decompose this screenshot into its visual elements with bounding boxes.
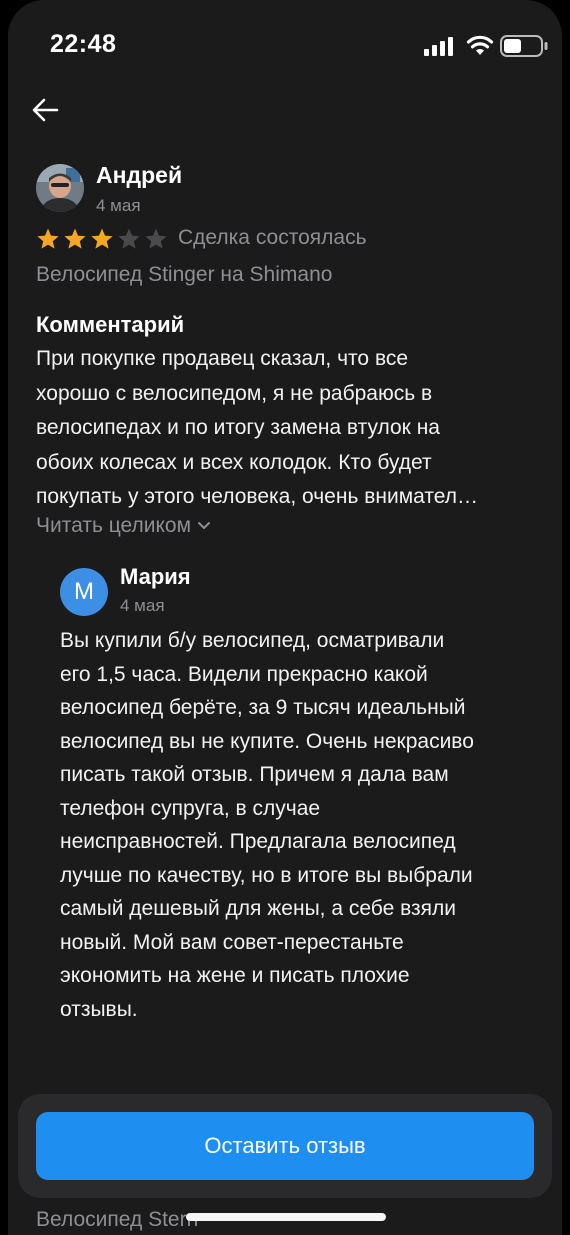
reply-line: самый дешевый для жены, а себе взяли [60,897,457,920]
clock: 22:48 [50,30,117,58]
reply-line: лучше по качеству, но в итоге вы выбрали [60,863,473,887]
reply-line: отзывы. [60,997,138,1021]
product-name: Велосипед Stinger на Shimano [36,263,333,286]
review-screen: 22:48 Андрей 4 мая Сделка состоялась Вел… [8,0,562,1235]
wifi-icon [466,35,494,55]
chevron-down-icon [198,522,211,529]
reply-author-name[interactable]: Мария [120,564,191,590]
comment-line: покупать у этого человека, очень внимате… [36,485,478,508]
deal-status: Сделка состоялась [178,226,367,249]
reply-line: Вы купили б/у велосипед, осматривали [60,629,445,652]
next-review-product: Велосипед Stern [36,1208,199,1231]
arrow-left-icon[interactable] [30,95,60,125]
reply-line: писать такой отзыв. Причем я дала вам [60,763,449,786]
reply-line: его 1,5 часа. Видели прекрасно какой [60,662,428,686]
reply-text: Вы купили б/у велосипед, осматривали его… [60,624,540,1026]
reply-avatar[interactable]: М [60,568,108,616]
comment-line: хорошо с велосипедом, я не рабраюсь в [36,381,433,405]
reply-avatar-letter: М [74,578,94,605]
star-icon [64,228,86,249]
author-avatar[interactable] [36,164,84,212]
comment-line: обоих колесах и всех колодок. Кто будет [36,450,432,474]
read-more-link[interactable]: Читать целиком [36,514,211,538]
battery-icon [500,35,548,57]
reply-line: телефон супруга, в случае [60,796,321,820]
star-icon [145,228,167,249]
star-icon [91,228,113,249]
leave-review-button[interactable]: Оставить отзыв [36,1112,534,1180]
read-more-label: Читать целиком [36,514,192,537]
home-indicator[interactable] [186,1213,386,1221]
star-icon [37,228,59,249]
comment-text: При покупке продавец сказал, что все хор… [36,342,541,515]
comment-line: При покупке продавец сказал, что все [36,347,409,370]
signal-icon [424,37,453,56]
rating-stars [36,227,168,251]
author-name[interactable]: Андрей [96,162,182,189]
comment-line: велосипедах и по итогу замена втулок на [36,416,440,439]
reply-line: велосипед берёте, за 9 тысяч идеальный [60,696,466,719]
reply-line: новый. Мой вам совет-перестаньте [60,930,404,954]
reply-line: экономить на жене и писать плохие [60,964,410,987]
reply-date: 4 мая [120,596,165,615]
status-bar: 22:48 [8,0,562,90]
reply-line: неисправностей. Предлагала велосипед [60,830,456,853]
comment-title: Комментарий [36,312,185,337]
reply-line: велосипед вы не купите. Очень некрасиво [60,729,474,753]
review-date: 4 мая [96,196,141,215]
star-icon [118,228,140,249]
bottom-action-panel: Оставить отзыв [18,1094,552,1198]
